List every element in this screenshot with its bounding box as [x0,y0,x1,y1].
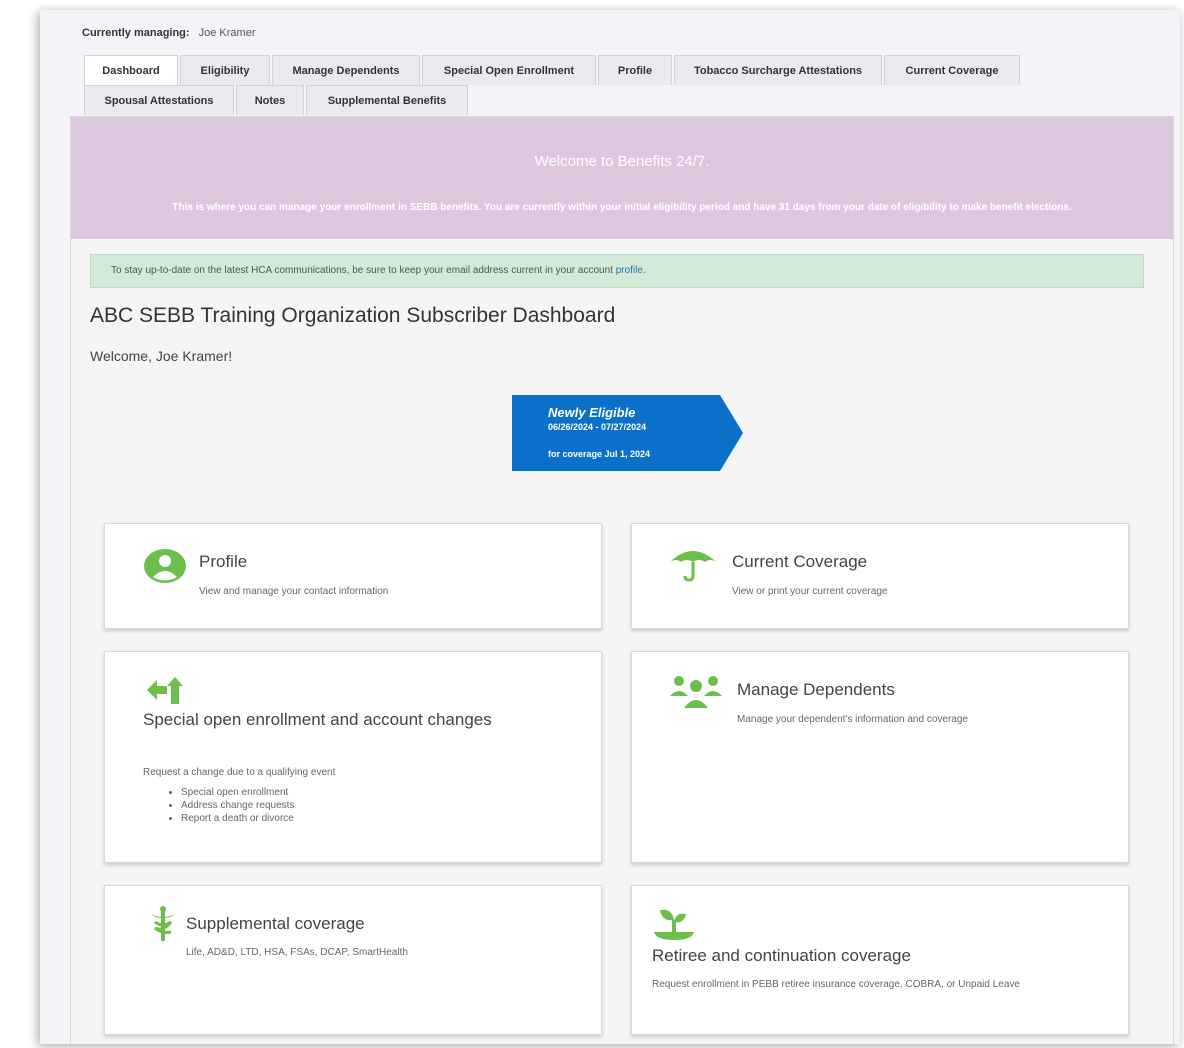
tab-current-coverage[interactable]: Current Coverage [884,55,1020,85]
list-item: Special open enrollment [181,786,294,799]
list-item: Report a death or divorce [181,812,294,825]
profile-card[interactable]: Profile View and manage your contact inf… [104,523,602,629]
profile-card-title: Profile [199,552,248,571]
tab-special-open-enrollment[interactable]: Special Open Enrollment [422,55,596,85]
manage-dependents-card-title: Manage Dependents [737,680,895,699]
caduceus-icon [149,906,177,947]
retiree-card-title: Retiree and continuation coverage [652,946,911,965]
managing-label: Currently managing: [82,27,190,39]
app-window: Currently managing: Joe Kramer Dashboard… [40,10,1180,1044]
tab-dashboard[interactable]: Dashboard [84,55,178,85]
special-enrollment-card-desc: Request a change due to a qualifying eve… [143,767,336,778]
sprout-icon [652,906,696,947]
group-icon [668,674,724,715]
banner-dates: 06/26/2024 - 07/27/2024 [548,422,647,432]
page-title: ABC SEBB Training Organization Subscribe… [90,304,616,327]
banner-coverage: for coverage Jul 1, 2024 [548,449,651,459]
tab-profile[interactable]: Profile [598,55,672,85]
special-enrollment-card[interactable]: Special open enrollment and account chan… [104,651,602,863]
welcome-banner: Welcome to Benefits 24/7. This is where … [71,117,1173,239]
welcome-user: Welcome, Joe Kramer! [90,348,233,364]
welcome-message: This is where you can manage your enroll… [172,202,1072,213]
tab-notes[interactable]: Notes [236,85,304,115]
manage-dependents-card-desc: Manage your dependent's information and … [737,714,968,725]
current-coverage-card-title: Current Coverage [732,552,868,571]
tab-tobacco-surcharge[interactable]: Tobacco Surcharge Attestations [674,55,882,85]
welcome-title: Welcome to Benefits 24/7. [534,153,710,170]
umbrella-icon [668,546,718,587]
retiree-card-desc: Request enrollment in PEBB retiree insur… [652,979,1020,990]
arrows-icon [143,676,187,711]
profile-card-desc: View and manage your contact information [199,586,389,597]
tab-manage-dependents[interactable]: Manage Dependents [272,55,420,85]
retiree-coverage-card[interactable]: Retiree and continuation coverage Reques… [631,885,1129,1035]
person-circle-icon [143,548,187,589]
tab-eligibility[interactable]: Eligibility [180,55,270,85]
list-item: Address change requests [181,799,294,812]
special-enrollment-list: Special open enrollment Address change r… [181,786,294,825]
banner-title: Newly Eligible [548,405,636,420]
tab-spousal-attestations[interactable]: Spousal Attestations [84,85,234,115]
supplemental-coverage-card[interactable]: Supplemental coverage Life, AD&D, LTD, H… [104,885,602,1035]
current-coverage-card[interactable]: Current Coverage View or print your curr… [631,523,1129,629]
alert-text: To stay up-to-date on the latest HCA com… [111,265,616,276]
currently-managing: Currently managing: Joe Kramer [82,27,256,39]
manage-dependents-card[interactable]: Manage Dependents Manage your dependent'… [631,651,1129,863]
newly-eligible-banner: Newly Eligible 06/26/2024 - 07/27/2024 f… [512,395,744,471]
current-coverage-card-desc: View or print your current coverage [732,586,888,597]
supplemental-card-title: Supplemental coverage [186,914,365,933]
profile-link[interactable]: profile. [616,265,646,276]
dashboard-panel: Welcome to Benefits 24/7. This is where … [70,116,1174,1044]
special-enrollment-card-title: Special open enrollment and account chan… [143,710,492,729]
supplemental-card-desc: Life, AD&D, LTD, HSA, FSAs, DCAP, SmartH… [186,947,408,958]
managing-name: Joe Kramer [198,27,256,39]
email-alert: To stay up-to-date on the latest HCA com… [90,254,1144,288]
tab-supplemental-benefits[interactable]: Supplemental Benefits [306,85,468,115]
